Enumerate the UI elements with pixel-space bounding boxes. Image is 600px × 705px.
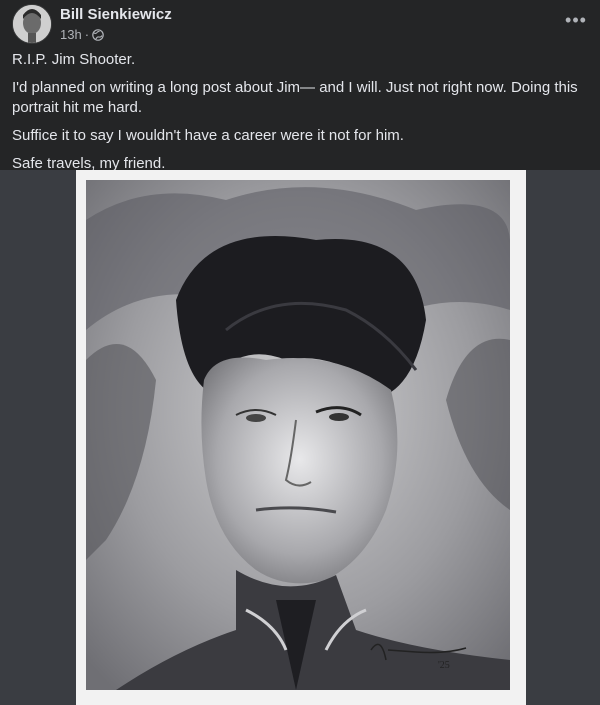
post-image-container[interactable]: '25 bbox=[0, 170, 600, 705]
more-options-icon[interactable]: ••• bbox=[564, 10, 588, 30]
post-image[interactable]: '25 bbox=[76, 170, 526, 705]
author-name[interactable]: Bill Sienkiewicz bbox=[60, 6, 172, 23]
post-paragraph: Suffice it to say I wouldn't have a care… bbox=[12, 127, 404, 144]
portrait-painting: '25 bbox=[86, 180, 510, 690]
globe-icon[interactable] bbox=[92, 28, 104, 41]
avatar-image bbox=[13, 5, 51, 43]
avatar[interactable] bbox=[12, 4, 52, 44]
meta-separator: · bbox=[84, 27, 90, 42]
post-paragraph: I'd planned on writing a long post about… bbox=[12, 79, 578, 116]
post-time[interactable]: 13h bbox=[60, 27, 82, 42]
post-card: Bill Sienkiewicz 13h · ••• R.I.P. Jim Sh… bbox=[0, 0, 600, 705]
signature-date: '25 bbox=[438, 660, 450, 671]
post-text: R.I.P. Jim Shooter. I'd planned on writi… bbox=[12, 50, 588, 182]
post-meta: 13h · bbox=[60, 27, 104, 42]
post-header: Bill Sienkiewicz 13h · ••• bbox=[0, 0, 600, 44]
post-paragraph: R.I.P. Jim Shooter. bbox=[12, 51, 136, 68]
